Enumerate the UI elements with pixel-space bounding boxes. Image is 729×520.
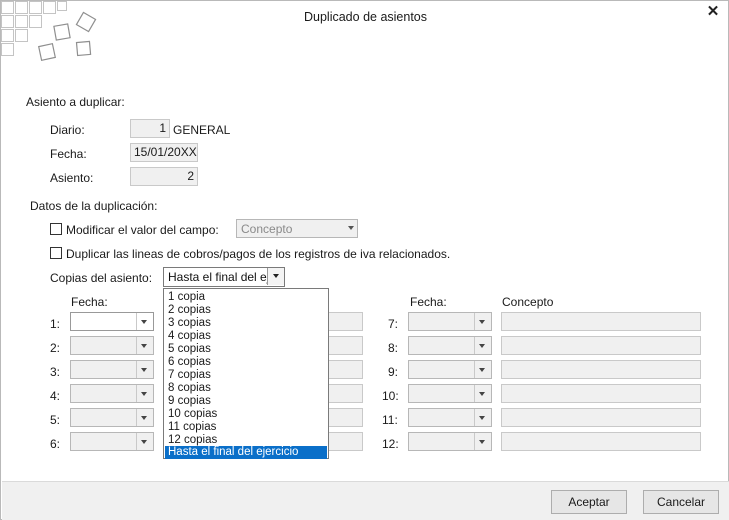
- date-picker[interactable]: [70, 312, 154, 331]
- concepto-field[interactable]: [501, 360, 701, 379]
- chevron-down-icon: [479, 320, 485, 324]
- diario-name: GENERAL: [173, 123, 231, 137]
- row-label: 6:: [50, 437, 61, 451]
- dropdown-option[interactable]: 5 copias: [165, 343, 327, 356]
- row-label: 2:: [50, 341, 61, 355]
- date-picker[interactable]: [70, 336, 154, 355]
- date-picker[interactable]: [70, 432, 154, 451]
- modify-field-combo[interactable]: Concepto: [236, 219, 358, 238]
- duplicate-lines-label: Duplicar las lineas de cobros/pagos de l…: [66, 247, 451, 261]
- chevron-down-icon: [141, 440, 147, 444]
- copies-combo-button[interactable]: [267, 268, 284, 285]
- chevron-down-icon: [141, 392, 147, 396]
- asiento-field[interactable]: 2: [130, 167, 198, 186]
- date-picker[interactable]: [408, 360, 492, 379]
- dropdown-option[interactable]: 2 copias: [165, 304, 327, 317]
- copies-dropdown-list[interactable]: 1 copia 2 copias 3 copias 4 copias 5 cop…: [163, 288, 329, 459]
- date-picker[interactable]: [408, 384, 492, 403]
- chevron-down-icon: [141, 320, 147, 324]
- row-label: 11:: [382, 413, 398, 427]
- date-picker[interactable]: [408, 432, 492, 451]
- copies-combo[interactable]: Hasta el final del ej: [163, 267, 285, 287]
- diario-label: Diario:: [50, 123, 85, 137]
- modify-checkbox[interactable]: [50, 223, 62, 235]
- chevron-down-icon: [479, 416, 485, 420]
- row-label: 12:: [382, 437, 399, 451]
- concepto-field[interactable]: [327, 432, 363, 451]
- concepto-field[interactable]: [327, 312, 363, 331]
- duplicate-lines-checkbox[interactable]: [50, 247, 62, 259]
- row-label: 10:: [382, 389, 399, 403]
- date-picker[interactable]: [70, 384, 154, 403]
- dropdown-option[interactable]: 4 copias: [165, 330, 327, 343]
- chevron-down-icon: [479, 392, 485, 396]
- chevron-down-icon: [141, 368, 147, 372]
- fecha-field[interactable]: 15/01/20XX: [130, 143, 198, 162]
- chevron-down-icon: [141, 416, 147, 420]
- concepto-field[interactable]: [327, 384, 363, 403]
- chevron-down-icon: [479, 368, 485, 372]
- row-label: 9:: [388, 365, 399, 379]
- concepto-field[interactable]: [327, 360, 363, 379]
- concepto-field[interactable]: [501, 432, 701, 451]
- dropdown-option[interactable]: 7 copias: [165, 369, 327, 382]
- dropdown-option[interactable]: 1 copia: [165, 291, 327, 304]
- chevron-down-icon: [141, 344, 147, 348]
- fecha-label: Fecha:: [50, 147, 87, 161]
- dropdown-option[interactable]: 8 copias: [165, 382, 327, 395]
- chevron-down-icon: [273, 274, 279, 278]
- row-label: 1:: [50, 317, 61, 331]
- concepto-field[interactable]: [327, 408, 363, 427]
- chevron-down-icon: [348, 226, 354, 230]
- cancel-button[interactable]: Cancelar: [643, 490, 719, 514]
- date-picker[interactable]: [408, 336, 492, 355]
- row-label: 7:: [388, 317, 399, 331]
- copies-combo-value: Hasta el final del ej: [168, 270, 270, 284]
- concepto-field[interactable]: [501, 336, 701, 355]
- close-icon[interactable]: ✕: [705, 4, 721, 20]
- accept-button[interactable]: Aceptar: [551, 490, 627, 514]
- dialog-window: Duplicado de asientos ✕ Asiento a duplic…: [0, 0, 729, 520]
- dup-heading: Datos de la duplicación:: [30, 199, 158, 213]
- copies-label: Copias del asiento:: [50, 271, 153, 285]
- dropdown-option[interactable]: 9 copias: [165, 395, 327, 408]
- dropdown-option[interactable]: 11 copias: [165, 421, 327, 434]
- diario-code-field[interactable]: 1: [130, 119, 170, 138]
- dropdown-option[interactable]: 3 copias: [165, 317, 327, 330]
- right-concepto-header: Concepto: [502, 295, 554, 309]
- source-heading: Asiento a duplicar:: [26, 95, 125, 109]
- right-fecha-header: Fecha:: [410, 295, 447, 309]
- row-label: 8:: [388, 341, 399, 355]
- date-picker[interactable]: [70, 408, 154, 427]
- date-picker[interactable]: [408, 312, 492, 331]
- concepto-field[interactable]: [501, 312, 701, 331]
- modify-label: Modificar el valor del campo:: [66, 223, 219, 237]
- chevron-down-icon: [479, 344, 485, 348]
- concepto-field[interactable]: [501, 408, 701, 427]
- modify-combo-value: Concepto: [241, 222, 293, 236]
- left-fecha-header: Fecha:: [71, 295, 108, 309]
- dropdown-option[interactable]: 10 copias: [165, 408, 327, 421]
- row-label: 4:: [50, 389, 61, 403]
- row-label: 3:: [50, 365, 61, 379]
- concepto-field[interactable]: [501, 384, 701, 403]
- dialog-footer: Aceptar Cancelar: [2, 481, 729, 520]
- dropdown-option-selected[interactable]: Hasta el final del ejercicio: [165, 446, 327, 459]
- dropdown-option[interactable]: 6 copias: [165, 356, 327, 369]
- asiento-label: Asiento:: [50, 171, 94, 185]
- chevron-down-icon: [479, 440, 485, 444]
- concepto-field[interactable]: [327, 336, 363, 355]
- row-label: 5:: [50, 413, 61, 427]
- date-picker[interactable]: [70, 360, 154, 379]
- window-title: Duplicado de asientos: [304, 10, 427, 24]
- date-picker[interactable]: [408, 408, 492, 427]
